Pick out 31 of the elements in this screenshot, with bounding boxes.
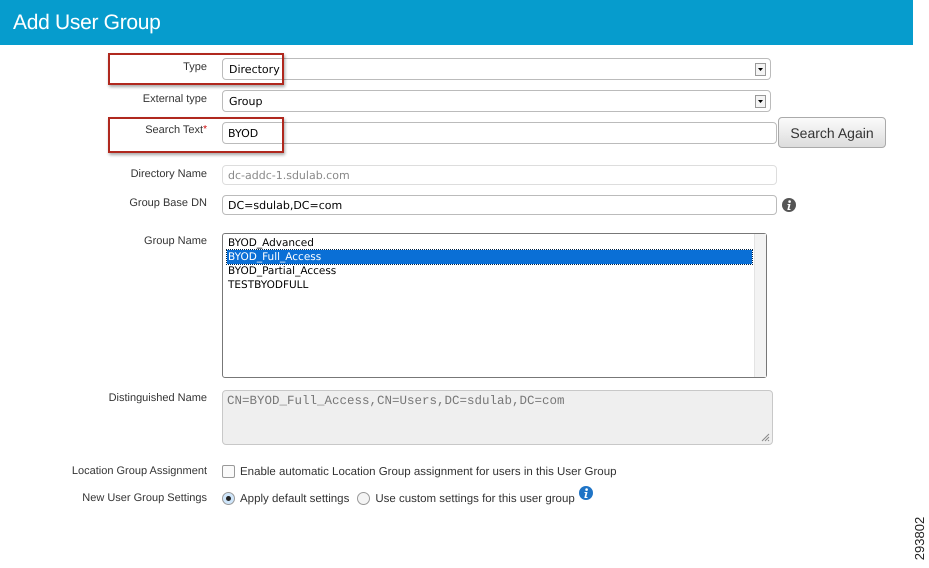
field-label: New User Group Settings [82,492,207,505]
radio-button[interactable] [357,492,370,505]
readonly-field: dc-addc-1.sdulab.com [222,165,777,185]
field-label: External type [142,92,207,107]
field-label: Group Name [144,234,207,249]
field-label: Group Base DN [129,196,207,211]
field-label: Type [183,60,207,75]
field-label: Location Group Assignment [72,465,207,478]
dropdown-field[interactable]: Group [222,90,771,112]
text-field[interactable]: BYOD [222,122,777,144]
field-label: Distinguished Name [108,391,207,406]
resize-grip-icon [761,433,770,442]
group-list[interactable]: BYOD_Advanced BYOD_Full_Access BYOD_Partial_Access TESTBYODFULL [222,233,767,378]
list-item[interactable]: BYOD_Full_Access [227,250,752,264]
field-label: Directory Name [130,167,207,182]
distinguished-name-field: CN=BYOD_Full_Access,CN=Users,DC=sdulab,DC=com [222,390,773,445]
radio-option[interactable]: Use custom settings for this user group [357,492,575,505]
search-button[interactable]: Search Again [778,117,886,148]
page-title: Add User Group [13,10,161,34]
list-item[interactable]: BYOD_Partial_Access [227,264,752,278]
figure-number: 293802 [912,516,927,560]
dropdown-field[interactable]: Directory [222,58,771,80]
list-item[interactable]: BYOD_Advanced [227,236,752,250]
field-label: Search Text* [145,123,207,138]
radio-button[interactable] [222,492,235,505]
checkbox[interactable] [222,465,235,478]
text-field[interactable]: DC=sdulab,DC=com [222,195,777,215]
required-mark: * [203,124,207,135]
radio-option[interactable]: Apply default settings [222,492,350,505]
list-item[interactable]: TESTBYODFULL [227,278,752,292]
checkbox-option[interactable]: Enable automatic Location Group assignment for users in this User Group [222,465,616,478]
